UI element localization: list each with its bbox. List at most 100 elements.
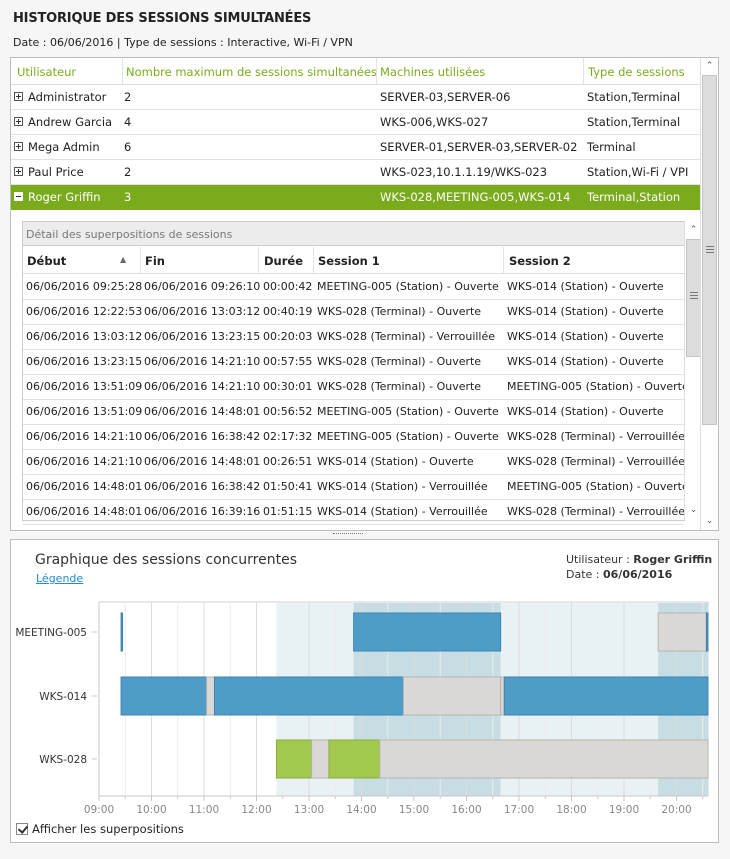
table-row[interactable]: Administrator 2 SERVER-03,SERVER-06 Stat… [11, 85, 701, 110]
column-header-duration[interactable]: Durée [264, 254, 303, 268]
show-overlaps-checkbox[interactable] [16, 823, 28, 835]
table-row-selected[interactable]: Roger Griffin 3 WKS-028,MEETING-005,WKS-… [11, 185, 701, 210]
column-header-max-sessions[interactable]: Nombre maximum de sessions simultanées [126, 65, 377, 79]
cell-user: Roger Griffin [28, 190, 101, 204]
column-divider [376, 58, 377, 85]
x-tick-label: 14:00 [346, 804, 376, 816]
x-tick-label: 19:00 [609, 804, 639, 816]
cell-session-type: Station,Terminal [587, 90, 681, 104]
cell-session2: WKS-028 (Terminal) - Verrouillée [507, 505, 686, 518]
y-tick-label: WKS-014 [39, 691, 87, 703]
cell-end: 06/06/2016 09:26:10 [144, 280, 261, 293]
cell-end: 06/06/2016 14:21:10 [144, 380, 261, 393]
cell-machines: WKS-028,MEETING-005,WKS-014 [380, 190, 571, 204]
session-bar-meeting-005 [705, 612, 709, 652]
cell-duration: 01:50:41 [263, 480, 313, 493]
cell-start: 06/06/2016 14:48:01 [26, 480, 143, 493]
cell-machines: WKS-023,10.1.1.19/WKS-023 [380, 165, 548, 179]
detail-row[interactable]: 06/06/2016 13:23:15 06/06/2016 14:21:10 00… [23, 350, 684, 375]
session-bar-wks-028 [275, 739, 313, 779]
column-header-end[interactable]: Fin [145, 254, 165, 268]
cell-session-type: Terminal,Station [587, 190, 681, 204]
table-row[interactable]: Paul Price 2 WKS-023,10.1.1.19/WKS-023 S… [11, 160, 701, 185]
cell-machines: WKS-006,WKS-027 [380, 115, 489, 129]
cell-session2: WKS-028 (Terminal) - Verrouillée [507, 430, 686, 443]
column-header-start[interactable]: Début [27, 254, 66, 268]
table-row[interactable]: Mega Admin 6 SERVER-01,SERVER-03,SERVER-… [11, 135, 701, 160]
x-tick-label: 20:00 [661, 804, 691, 816]
x-tick-label: 15:00 [399, 804, 429, 816]
detail-row[interactable]: 06/06/2016 09:25:28 06/06/2016 09:26:10 00… [23, 275, 684, 300]
column-header-machines[interactable]: Machines utilisées [380, 65, 485, 79]
cell-max-sessions: 4 [124, 115, 132, 129]
cell-duration: 00:40:19 [263, 305, 313, 318]
detail-row[interactable]: 06/06/2016 13:03:12 06/06/2016 13:23:15 00… [23, 325, 684, 350]
cell-duration: 01:51:15 [263, 505, 313, 518]
scroll-thumb[interactable] [702, 75, 717, 425]
collapse-icon[interactable] [14, 192, 23, 201]
splitter-handle[interactable] [333, 533, 363, 536]
expand-icon[interactable] [14, 92, 23, 101]
session-bar-wks-014 [500, 676, 505, 716]
grid-header: Utilisateur Nombre maximum de sessions s… [11, 58, 701, 85]
scroll-up-icon[interactable]: ⌃ [701, 58, 718, 74]
column-header-session1[interactable]: Session 1 [318, 254, 380, 268]
cell-duration: 00:26:51 [263, 455, 313, 468]
session-bar-meeting-005 [353, 612, 502, 652]
cell-user: Administrator [28, 90, 107, 104]
cell-session1: WKS-014 (Station) - Verrouillée [317, 480, 488, 493]
overlap-detail-panel: Détail des superpositions de sessions Dé… [22, 221, 702, 525]
expand-icon[interactable] [14, 142, 23, 151]
session-bar-meeting-005 [120, 612, 124, 652]
cell-session2: WKS-014 (Station) - Ouverte [507, 330, 664, 343]
expand-icon[interactable] [14, 167, 23, 176]
x-tick-label: 12:00 [241, 804, 271, 816]
column-header-session2[interactable]: Session 2 [509, 254, 571, 268]
cell-duration: 00:30:01 [263, 380, 313, 393]
cell-duration: 00:57:55 [263, 355, 313, 368]
cell-start: 06/06/2016 09:25:28 [26, 280, 143, 293]
session-bar-wks-014 [206, 676, 215, 716]
column-divider [313, 247, 314, 274]
cell-machines: SERVER-01,SERVER-03,SERVER-02 [380, 140, 578, 154]
cell-end: 06/06/2016 13:03:12 [144, 305, 261, 318]
scroll-thumb[interactable] [686, 239, 701, 357]
session-bar-wks-014 [403, 676, 502, 716]
column-divider [140, 247, 141, 274]
cell-end: 06/06/2016 14:48:01 [144, 455, 261, 468]
detail-row[interactable]: 06/06/2016 13:51:09 06/06/2016 14:21:10 00… [23, 375, 689, 400]
cell-session2: MEETING-005 (Station) - Ouverte [507, 480, 689, 493]
grid-scrollbar[interactable]: ⌃ ⌄ [700, 58, 718, 530]
scroll-down-icon[interactable]: ⌄ [701, 513, 718, 529]
detail-row[interactable]: 06/06/2016 12:22:53 06/06/2016 13:03:12 00… [23, 300, 684, 325]
x-tick-label: 11:00 [189, 804, 219, 816]
detail-row[interactable]: 06/06/2016 14:48:01 06/06/2016 16:39:16 01… [23, 500, 686, 525]
session-bar-wks-014 [503, 676, 709, 716]
cell-session2: WKS-014 (Station) - Ouverte [507, 305, 664, 318]
cell-user: Mega Admin [28, 140, 100, 154]
cell-end: 06/06/2016 16:38:42 [144, 480, 261, 493]
column-header-user[interactable]: Utilisateur [17, 65, 76, 79]
cell-duration: 00:00:42 [263, 280, 313, 293]
detail-row[interactable]: 06/06/2016 14:21:10 06/06/2016 16:38:42 02… [23, 425, 686, 450]
column-header-session-type[interactable]: Type de sessions [588, 65, 685, 79]
cell-end: 06/06/2016 16:38:42 [144, 430, 261, 443]
detail-row[interactable]: 06/06/2016 13:51:09 06/06/2016 14:48:01 00… [23, 400, 684, 425]
detail-row[interactable]: 06/06/2016 14:48:01 06/06/2016 16:38:42 01… [23, 475, 689, 500]
cell-start: 06/06/2016 13:03:12 [26, 330, 143, 343]
detail-row[interactable]: 06/06/2016 14:21:10 06/06/2016 14:48:01 00… [23, 450, 685, 475]
x-tick-label: 18:00 [556, 804, 586, 816]
concurrent-sessions-chart-panel: Graphique des sessions concurrentes Lége… [10, 539, 719, 843]
cell-max-sessions: 3 [124, 190, 132, 204]
table-row[interactable]: Andrew Garcia 4 WKS-006,WKS-027 Station,… [11, 110, 701, 135]
cell-session1: MEETING-005 (Station) - Ouverte [317, 280, 499, 293]
show-overlaps-label[interactable]: Afficher les superpositions [32, 822, 184, 836]
cell-session1: WKS-028 (Terminal) - Verrouillée [317, 330, 496, 343]
cell-session2: WKS-014 (Station) - Ouverte [507, 280, 664, 293]
session-bar-wks-014 [120, 676, 208, 716]
x-tick-label: 10:00 [136, 804, 166, 816]
expand-icon[interactable] [14, 117, 23, 126]
detail-title: Détail des superpositions de sessions [26, 228, 233, 241]
cell-session1: WKS-028 (Terminal) - Ouverte [317, 355, 482, 368]
y-tick-label: MEETING-005 [15, 627, 87, 639]
